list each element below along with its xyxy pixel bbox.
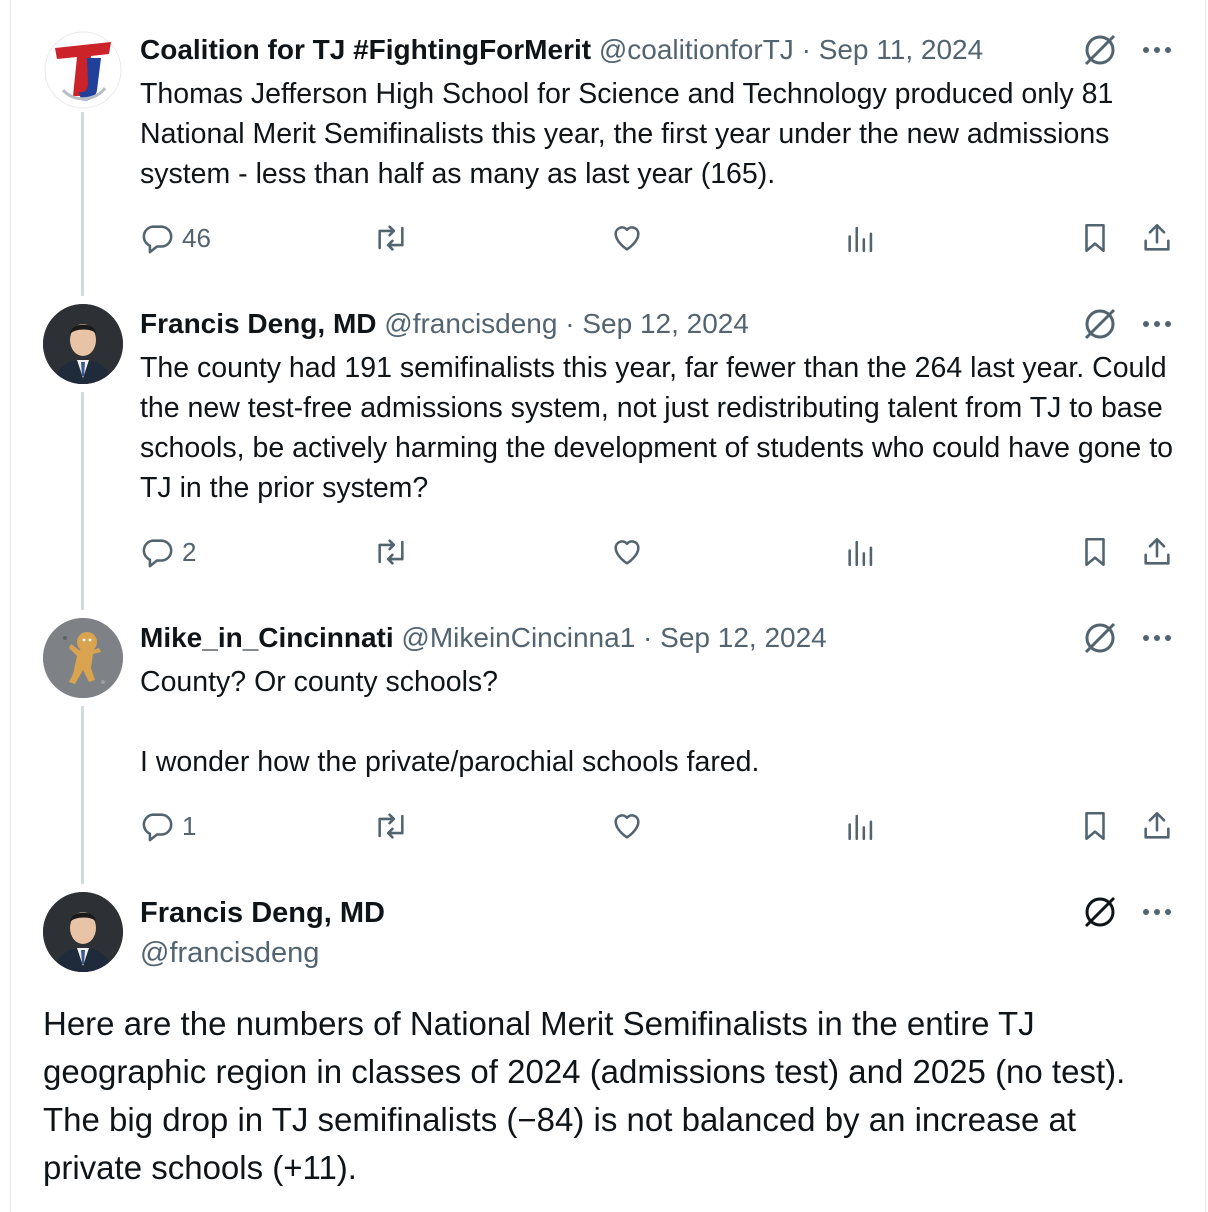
tweet-text: County? Or county schools? I wonder how … [140, 662, 1180, 782]
views-icon [848, 814, 873, 841]
author-name[interactable]: Mike_in_Cincinnati [140, 622, 394, 653]
more-icon[interactable] [1140, 30, 1174, 70]
grok-icon[interactable] [1080, 304, 1120, 344]
tweet-date[interactable]: Sep 11, 2024 [819, 34, 984, 65]
views-button[interactable] [844, 532, 878, 572]
more-icon[interactable] [1140, 618, 1174, 658]
person-photo-avatar [43, 304, 123, 384]
share-button[interactable] [1140, 806, 1174, 846]
author-handle[interactable]: @francisdeng [140, 934, 319, 972]
reply-icon [142, 225, 173, 254]
like-button[interactable] [610, 532, 644, 572]
tweet-text: The county had 191 semifinalists this ye… [140, 348, 1180, 508]
tweet-header: Coalition for TJ #FightingForMerit @coal… [140, 32, 983, 68]
bookmark-icon [1085, 223, 1105, 253]
tweet-paragraph: I wonder how the private/parochial schoo… [140, 746, 760, 778]
retweet-button[interactable] [372, 806, 410, 846]
retweet-button[interactable] [372, 218, 410, 258]
like-button[interactable] [610, 806, 644, 846]
person-photo-avatar [43, 892, 123, 972]
more-icon[interactable] [1140, 892, 1174, 932]
author-name[interactable]: Francis Deng, MD [140, 308, 376, 339]
retweet-button[interactable] [372, 532, 410, 572]
tweet-text: Thomas Jefferson High School for Science… [140, 74, 1180, 194]
gingerbread-avatar [43, 618, 123, 698]
share-icon [1144, 811, 1170, 839]
share-icon [1144, 537, 1170, 565]
thread-line [81, 706, 84, 884]
tweet-actions: 46 [140, 218, 1180, 258]
bookmark-icon [1085, 811, 1105, 841]
grok-icon[interactable] [1080, 30, 1120, 70]
reply-button[interactable]: 46 [140, 218, 211, 258]
tweet-date[interactable]: Sep 12, 2024 [582, 308, 749, 339]
like-button[interactable] [610, 218, 644, 258]
reply-icon [142, 813, 173, 842]
author-name[interactable]: Coalition for TJ #FightingForMerit [140, 34, 591, 65]
tweet-actions: 2 [140, 532, 1180, 572]
thread-line [81, 112, 84, 296]
author-handle[interactable]: @francisdeng [384, 308, 557, 339]
views-icon [848, 226, 873, 253]
share-button[interactable] [1140, 532, 1174, 572]
reply-button[interactable]: 1 [140, 806, 196, 846]
like-icon [614, 540, 640, 565]
avatar[interactable] [43, 304, 123, 384]
author-name[interactable]: Francis Deng, MD [140, 894, 385, 932]
author-handle[interactable]: @MikeinCincinna1 [401, 622, 635, 653]
main-tweet-text: Here are the numbers of National Merit S… [43, 1005, 1126, 1186]
retweet-icon [378, 539, 404, 565]
avatar[interactable] [43, 892, 123, 972]
tweet-paragraph: County? Or county schools? [140, 666, 499, 698]
bookmark-button[interactable] [1078, 806, 1112, 846]
author-handle[interactable]: @coalitionforTJ [599, 34, 794, 65]
tweet-date[interactable]: Sep 12, 2024 [660, 622, 827, 653]
separator: · [565, 308, 575, 339]
separator: · [643, 622, 653, 653]
share-button[interactable] [1140, 218, 1174, 258]
grok-icon[interactable] [1080, 618, 1120, 658]
tweet-paragraph: The county had 191 semifinalists this ye… [140, 352, 1173, 504]
reply-count: 2 [182, 536, 197, 567]
share-icon [1144, 223, 1170, 251]
separator: · [801, 34, 811, 65]
tweet-header: Francis Deng, MD @francisdeng · Sep 12, … [140, 306, 749, 342]
bookmark-button[interactable] [1078, 532, 1112, 572]
thread-line [81, 392, 84, 610]
reply-count: 46 [182, 222, 211, 253]
retweet-icon [378, 813, 404, 839]
reply-icon [142, 539, 173, 568]
tweet-header: Mike_in_Cincinnati @MikeinCincinna1 · Se… [140, 620, 827, 656]
like-icon [614, 226, 640, 251]
tj-logo-icon [44, 31, 122, 109]
like-icon [614, 814, 640, 839]
views-icon [848, 540, 873, 567]
retweet-icon [378, 225, 404, 251]
reply-button[interactable]: 2 [140, 532, 196, 572]
tweet-actions: 1 [140, 806, 1180, 846]
more-icon[interactable] [1140, 304, 1174, 344]
bookmark-icon [1085, 537, 1105, 567]
avatar[interactable] [43, 618, 123, 698]
views-button[interactable] [844, 806, 878, 846]
avatar[interactable] [43, 30, 123, 110]
reply-count: 1 [182, 810, 197, 841]
tweet-paragraph: Thomas Jefferson High School for Science… [140, 78, 1114, 190]
views-button[interactable] [844, 218, 878, 258]
bookmark-button[interactable] [1078, 218, 1112, 258]
grok-icon[interactable] [1080, 892, 1120, 932]
